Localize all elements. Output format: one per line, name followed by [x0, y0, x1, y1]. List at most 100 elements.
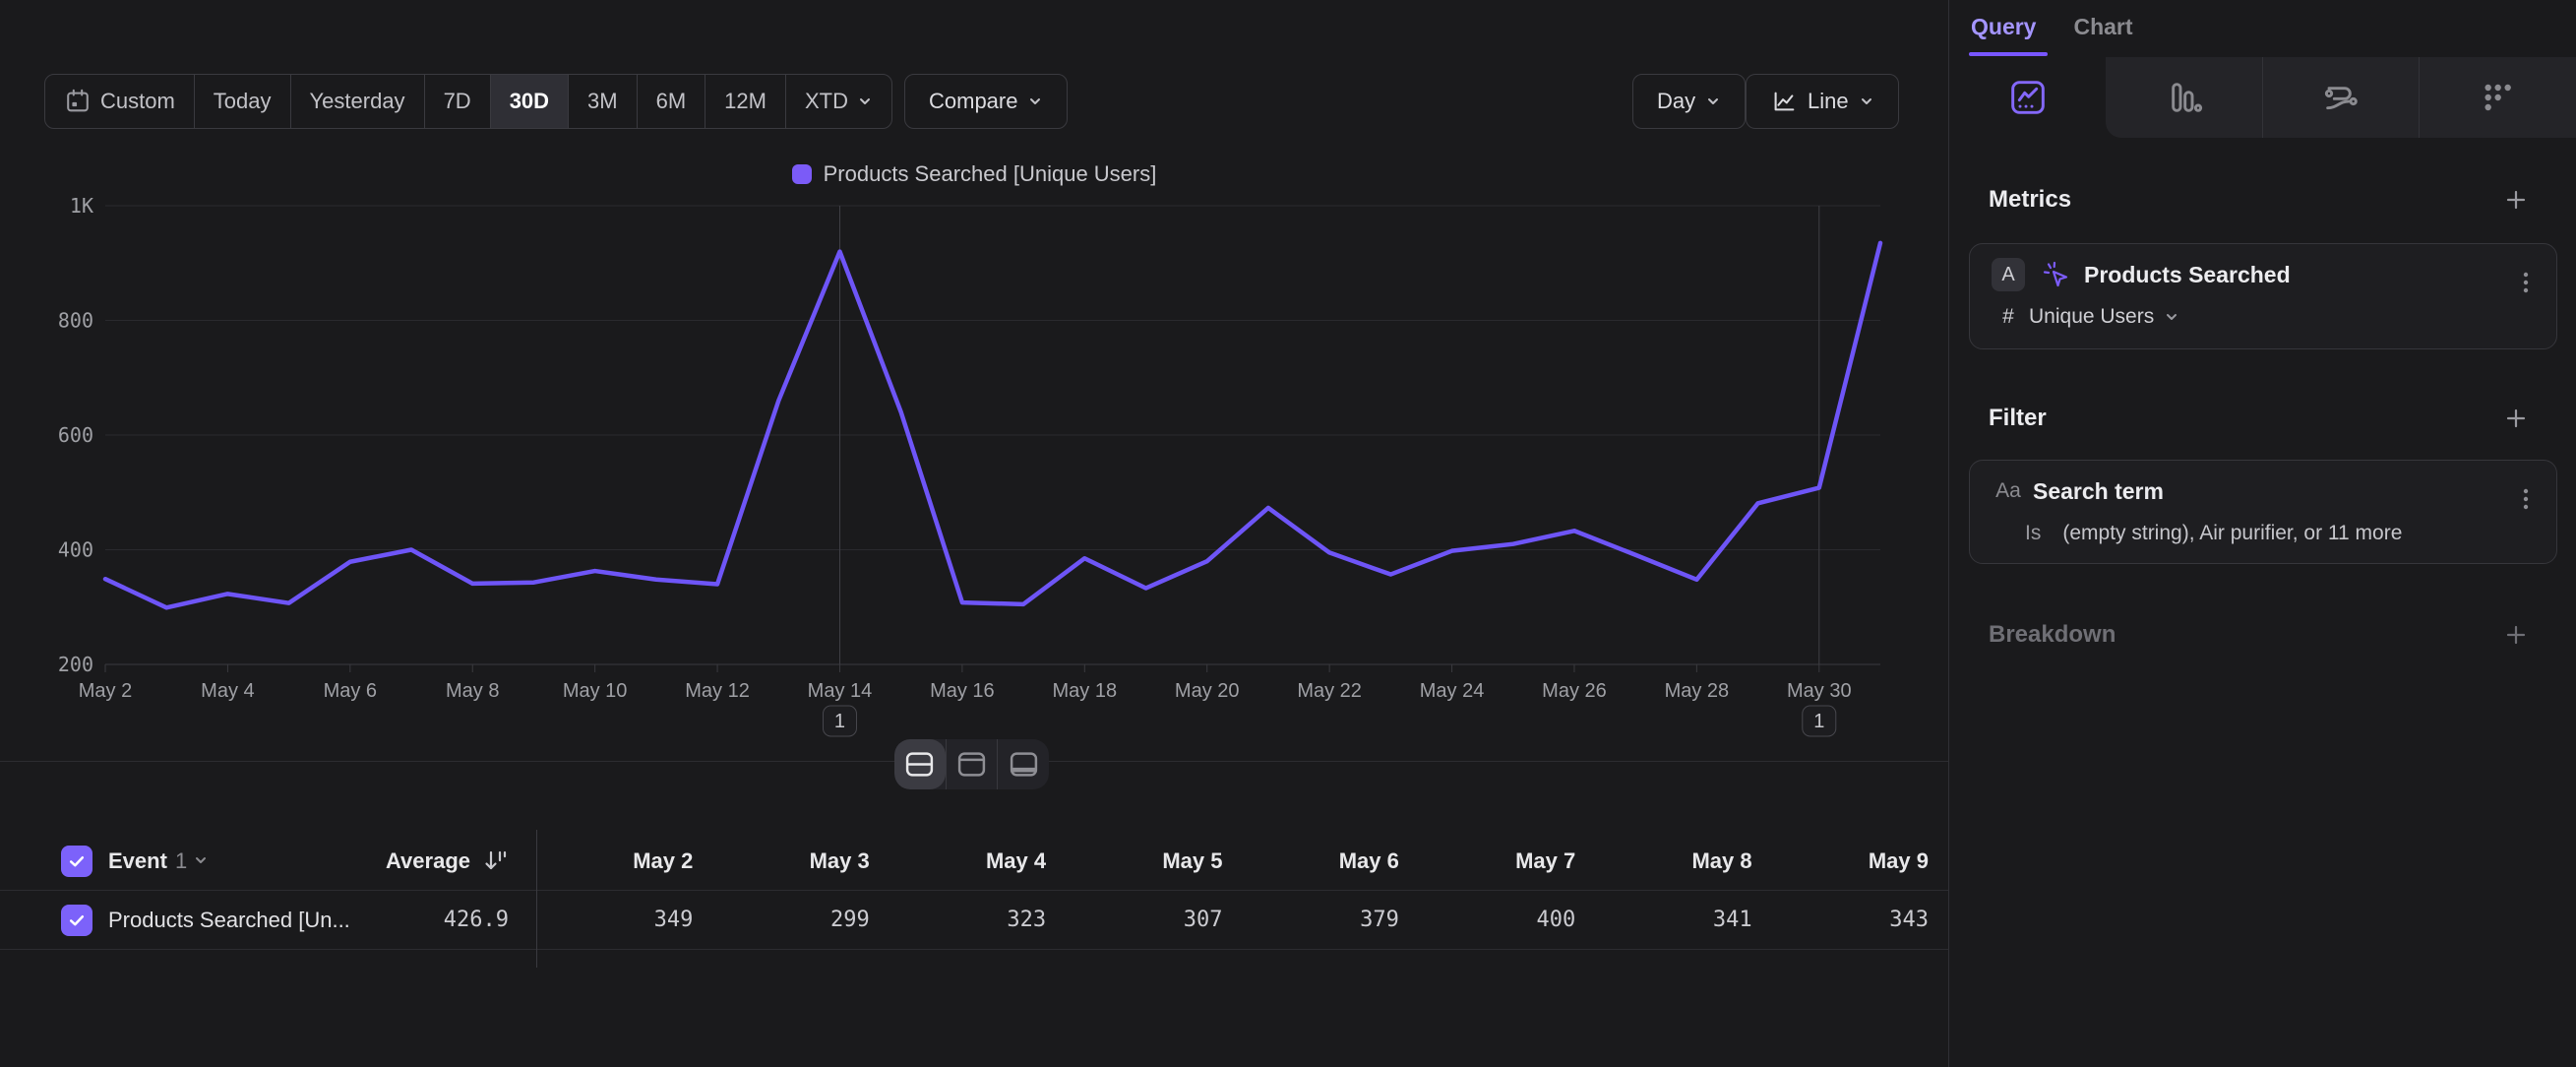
date-header-cell: May 4 — [889, 832, 1066, 891]
check-icon — [67, 851, 87, 871]
y-axis-label: 400 — [58, 538, 93, 562]
svg-text:1: 1 — [834, 711, 845, 732]
date-range-12m[interactable]: 12M — [705, 75, 785, 128]
date-range-xtd[interactable]: XTD — [785, 75, 891, 128]
chart-only-view-button[interactable] — [946, 739, 998, 789]
series-line[interactable] — [105, 243, 1880, 607]
x-axis-label: May 26 — [1542, 680, 1607, 702]
date-range-yesterday[interactable]: Yesterday — [290, 75, 424, 128]
date-header-cell: May 5 — [1066, 832, 1242, 891]
compare-label: Compare — [929, 89, 1017, 114]
event-header-dropdown[interactable]: Event 1 — [108, 848, 209, 874]
value-cell: 343 — [1772, 891, 1948, 950]
line-chart-icon — [1770, 88, 1798, 115]
chart-only-view-icon — [956, 751, 987, 778]
y-axis-label: 1K — [70, 194, 93, 218]
date-range-7d[interactable]: 7D — [424, 75, 490, 128]
date-header-cell: May 8 — [1595, 832, 1771, 891]
split-view-icon — [904, 751, 935, 778]
measurement-dropdown[interactable]: Unique Users — [2029, 305, 2179, 329]
sort-button[interactable] — [482, 847, 509, 874]
value-cell: 349 — [536, 891, 712, 950]
date-header-cell: May 7 — [1419, 832, 1595, 891]
sort-icon — [482, 847, 509, 874]
line-chart-canvas[interactable]: 2004006008001KMay 2May 4May 6May 8May 10… — [0, 157, 1948, 748]
kebab-menu-icon — [2515, 270, 2537, 295]
table-row-label-cell: Products Searched [Un... — [0, 891, 374, 950]
tab-retention[interactable] — [2419, 57, 2575, 138]
plus-icon — [2503, 187, 2529, 213]
compare-button[interactable]: Compare — [904, 74, 1068, 129]
tab-flows[interactable] — [2262, 57, 2419, 138]
tab-query[interactable]: Query — [1971, 14, 2036, 40]
date-header-cell: May 9 — [1772, 832, 1948, 891]
event-cursor-icon — [2041, 260, 2070, 289]
filter-operator[interactable]: Is — [2025, 522, 2041, 545]
x-axis-label: May 6 — [324, 680, 377, 702]
x-axis-label: May 16 — [930, 680, 995, 702]
tab-funnels[interactable] — [2106, 57, 2262, 138]
flows-icon — [2321, 78, 2361, 117]
metric-options-button[interactable] — [2511, 266, 2541, 302]
calendar-icon — [64, 88, 92, 115]
insights-icon — [2008, 78, 2048, 117]
average-header-cell: Average — [374, 832, 536, 891]
date-range-6m[interactable]: 6M — [637, 75, 705, 128]
date-range-custom[interactable]: Custom — [45, 75, 194, 128]
date-header-cell: May 2 — [536, 832, 712, 891]
chart-type-button[interactable]: Line — [1746, 74, 1899, 129]
x-axis-label: May 22 — [1297, 680, 1362, 702]
filter-card[interactable]: Aa Search term Is (empty string), Air pu… — [1969, 460, 2557, 564]
date-range-3m[interactable]: 3M — [568, 75, 637, 128]
x-axis-label: May 8 — [446, 680, 499, 702]
chevron-down-icon — [2164, 309, 2179, 325]
date-range-today[interactable]: Today — [194, 75, 290, 128]
row-checkbox[interactable] — [61, 846, 92, 877]
y-axis-label: 800 — [58, 309, 93, 333]
add-breakdown-button[interactable] — [2499, 618, 2533, 652]
granularity-button[interactable]: Day — [1632, 74, 1746, 129]
x-axis-label: May 24 — [1420, 680, 1485, 702]
split-view-button[interactable] — [894, 739, 946, 789]
plus-icon — [2503, 406, 2529, 431]
number-type-icon: # — [1992, 305, 2025, 329]
main-panel: CustomTodayYesterday7D30D3M6M12MXTD Comp… — [0, 0, 1948, 1067]
annotation-marker[interactable]: 1 — [1803, 706, 1836, 736]
row-event-label: Products Searched [Un... — [108, 908, 350, 933]
x-axis-label: May 10 — [563, 680, 628, 702]
add-metric-button[interactable] — [2499, 183, 2533, 217]
filter-value[interactable]: (empty string), Air purifier, or 11 more — [2062, 522, 2402, 545]
granularity-label: Day — [1657, 89, 1695, 114]
tab-chart[interactable]: Chart — [2073, 14, 2132, 40]
metric-letter-badge: A — [1992, 258, 2025, 291]
table-only-view-icon — [1009, 751, 1039, 778]
check-icon — [67, 910, 87, 930]
analysis-type-tabs — [1949, 57, 2576, 138]
view-toggle-group — [894, 739, 1049, 789]
kebab-menu-icon — [2515, 486, 2537, 512]
x-axis-label: May 20 — [1175, 680, 1240, 702]
event-count: 1 — [175, 848, 187, 873]
x-axis-label: May 2 — [79, 680, 132, 702]
tab-insights[interactable] — [1949, 57, 2106, 138]
plus-icon — [2503, 622, 2529, 648]
date-range-30d[interactable]: 30D — [490, 75, 568, 128]
filter-options-button[interactable] — [2511, 482, 2541, 519]
value-cell: 299 — [712, 891, 889, 950]
x-axis-label: May 12 — [685, 680, 750, 702]
query-sidebar: Query Chart — [1948, 0, 2576, 1067]
add-filter-button[interactable] — [2499, 402, 2533, 435]
metric-card[interactable]: A Products Searched # Unique Users — [1969, 243, 2557, 349]
y-axis-label: 200 — [58, 653, 93, 676]
table-only-view-button[interactable] — [997, 739, 1049, 789]
value-cell: 323 — [889, 891, 1066, 950]
metric-event-name: Products Searched — [2084, 262, 2291, 288]
date-header-cell: May 3 — [712, 832, 889, 891]
results-table: Event 1 Average May 2May 3May 4May 5May … — [0, 832, 1948, 950]
row-checkbox[interactable] — [61, 905, 92, 936]
date-header-cell: May 6 — [1243, 832, 1419, 891]
x-axis-label: May 30 — [1787, 680, 1852, 702]
sidebar-tabs: Query Chart — [1971, 14, 2133, 40]
chart-type-label: Line — [1808, 89, 1849, 114]
annotation-marker[interactable]: 1 — [823, 706, 856, 736]
